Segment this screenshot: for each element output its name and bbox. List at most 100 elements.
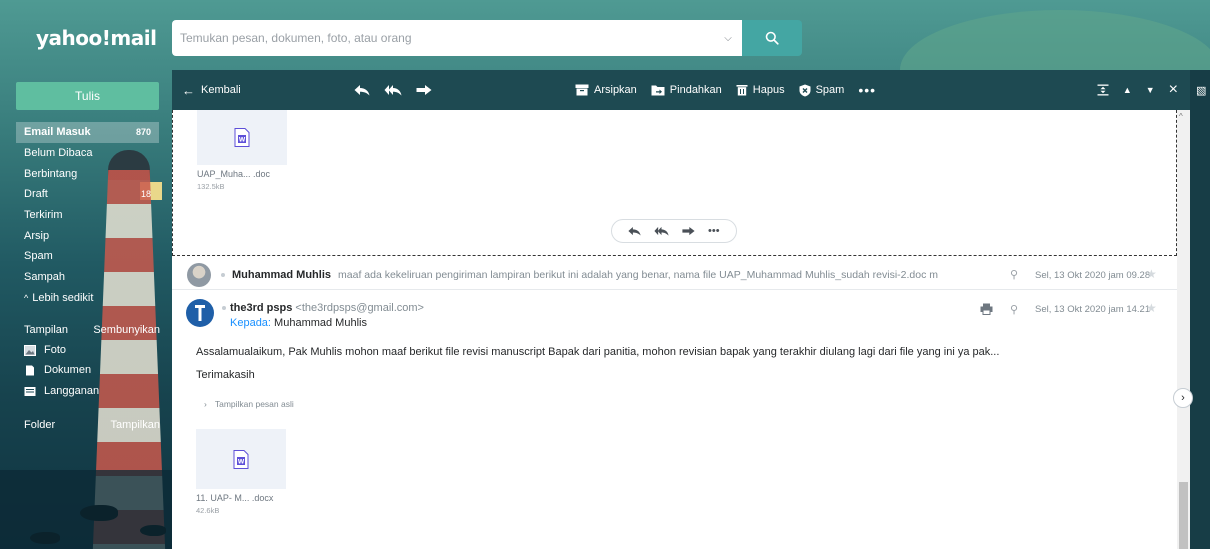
sidebar-item-archive[interactable]: Arsip [16,225,159,246]
attachment-thumbnail[interactable]: W [197,110,287,165]
message-row-collapsed[interactable]: Muhammad Muhlis maaf ada kekeliruan peng… [172,260,1177,290]
delete-button[interactable]: Hapus [736,84,785,96]
sidebar-item-documents[interactable]: Dokumen [24,364,91,376]
sidebar-item-label: Email Masuk [24,126,91,139]
chevron-right-icon: › [1181,392,1185,404]
archive-button[interactable]: Arsipkan [575,84,637,96]
more-options-icon[interactable]: ••• [858,82,876,98]
sidebar-item-spam[interactable]: Spam [16,246,159,267]
message-body-text: Assalamualaikum, Pak Muhlis mohon maaf b… [196,346,1000,358]
star-icon[interactable]: ★ [1146,267,1157,281]
fish-decoration [140,525,166,536]
svg-text:W: W [239,137,246,144]
sidebar-item-subscriptions[interactable]: Langganan [24,385,99,397]
close-icon[interactable]: × [1169,81,1178,99]
scrollbar[interactable]: ^ [1177,110,1190,549]
views-label: Tampilan [24,324,69,336]
folders-show-toggle[interactable]: Tampilkan [110,419,160,431]
search-input[interactable] [172,20,714,56]
sender-line: the3rd psps <the3rdpsps@gmail.com> [230,302,424,314]
show-original-link[interactable]: › Tampilkan pesan asli [204,399,294,409]
back-button[interactable]: ← Kembali [182,83,241,98]
more-options-icon[interactable]: ••• [708,225,720,237]
paperclip-icon: ⚲ [1010,304,1019,316]
sidebar-item-label: Draft [24,188,48,201]
scrollbar-thumb[interactable] [1179,482,1188,549]
attachment-name[interactable]: 11. UAP- M... .docx [196,493,273,503]
sidebar-item-trash[interactable]: Sampah [16,267,159,288]
attachment-size: 42.6kB [196,506,220,515]
avatar-letter-icon [195,305,205,321]
next-conversation-button[interactable]: › [1173,388,1193,408]
sender-name[interactable]: the3rd psps [230,302,292,314]
draft-count-badge: 18 [140,189,151,200]
search-icon [765,31,779,45]
archive-icon [575,84,589,96]
sidebar-item-label: Spam [24,250,53,263]
right-panel-strip: ▧ [1190,70,1210,549]
panel-toggle-icon[interactable]: ▧ [1196,84,1206,97]
print-icon[interactable] [980,303,993,315]
previous-message-icon[interactable]: ▲ [1123,85,1132,95]
newspaper-icon [24,386,36,396]
recipient-line: Kepada: Muhammad Muhlis [230,317,367,329]
sidebar-item-starred[interactable]: Berbintang [16,163,159,184]
reply-all-icon[interactable] [384,84,402,96]
reply-all-icon[interactable] [654,226,669,236]
attachment-size: 132.5kB [197,182,225,191]
spam-label: Spam [815,84,845,96]
reply-actions [354,84,432,96]
sidebar-item-label: Foto [44,344,67,356]
sender-avatar [186,299,214,327]
attachment-name[interactable]: UAP_Muha... .doc [197,169,270,179]
message-date: Sel, 13 Okt 2020 jam 09.28 [1035,270,1151,281]
chevron-right-icon: › [204,399,207,409]
photo-icon [24,344,36,356]
scroll-up-arrow-icon[interactable]: ^ [1179,112,1183,121]
yahoo-mail-logo[interactable]: yahoo!mail [36,26,157,50]
sidebar-item-sent[interactable]: Terkirim [16,205,159,226]
views-hide-toggle[interactable]: Sembunyikan [93,324,160,336]
star-icon[interactable]: ★ [1146,301,1157,315]
sidebar-item-drafts[interactable]: Draft 18 [16,184,159,205]
move-button[interactable]: Pindahkan [651,84,722,96]
read-status-dot [221,272,225,277]
sidebar-item-label: Sampah [24,271,65,284]
spam-button[interactable]: Spam [799,84,845,97]
reply-icon[interactable] [354,84,370,96]
sidebar-item-label: Terkirim [24,209,63,222]
views-section-header: Tampilan Sembunyikan [24,324,160,336]
show-less-toggle[interactable]: ^ Lebih sedikit [16,288,159,309]
forward-icon[interactable] [682,226,695,236]
message-action-group: Arsipkan Pindahkan Hapus Spam ••• [575,82,876,98]
attachment-thumbnail[interactable]: W [196,429,286,489]
unread-count-badge: 870 [135,127,151,138]
message-toolbar: ← Kembali Arsipkan Pindahkan Hapus Spam … [172,70,1190,110]
search-button[interactable] [742,20,802,56]
collapse-icon[interactable] [1097,84,1109,96]
word-document-icon: W [234,128,250,147]
forward-icon[interactable] [416,84,432,96]
chevron-down-icon[interactable]: ⌵ [714,33,742,44]
show-less-label: Lebih sedikit [32,291,94,304]
sidebar-item-label: Dokumen [44,364,92,376]
search-bar: ⌵ [172,20,742,56]
document-icon [26,365,34,375]
fish-decoration [80,505,118,521]
sidebar-item-label: Berbintang [24,167,78,180]
sidebar-item-unread[interactable]: Belum Dibaca [16,143,159,164]
sender-email[interactable]: <the3rdpsps@gmail.com> [295,302,424,314]
sidebar-item-label: Belum Dibaca [24,147,93,160]
message-date: Sel, 13 Okt 2020 jam 14.21 [1035,304,1151,315]
next-message-icon[interactable]: ▼ [1146,85,1155,95]
show-original-label: Tampilkan pesan asli [214,399,294,409]
reply-icon[interactable] [628,226,642,236]
folder-nav: Email Masuk 870 Belum Dibaca Berbintang … [16,122,159,308]
paperclip-icon: ⚲ [1010,269,1019,281]
sidebar-item-photos[interactable]: Foto [24,344,66,356]
read-status-dot [222,306,226,310]
compose-button[interactable]: Tulis [16,82,159,110]
recipient-name[interactable]: Muhammad Muhlis [274,317,367,329]
sidebar-item-inbox[interactable]: Email Masuk 870 [16,122,159,143]
shield-icon [799,84,811,96]
